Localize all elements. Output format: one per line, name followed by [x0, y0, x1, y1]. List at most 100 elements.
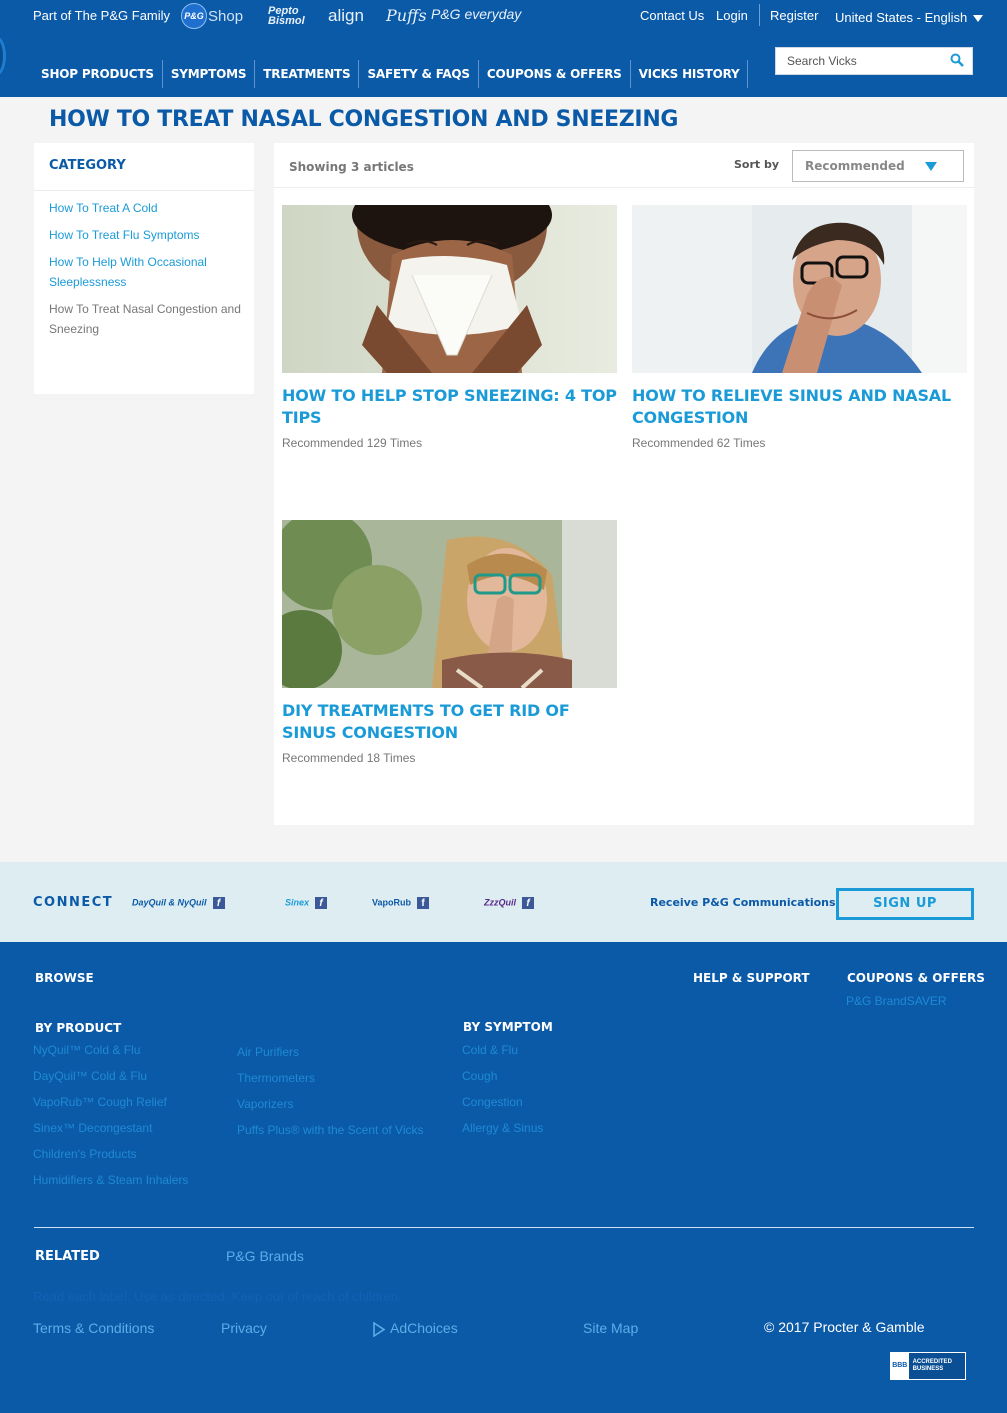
article-image-diy-woman[interactable]: [282, 520, 617, 688]
facebook-icon: f: [212, 897, 225, 909]
footer-link-dayquil[interactable]: DayQuil™ Cold & Flu: [33, 1069, 147, 1083]
bbb-accredited-badge[interactable]: BBB ACCREDITED BUSINESS: [890, 1352, 966, 1380]
site-header: Part of The P&G Family P&G Shop Pepto Bis…: [0, 0, 1007, 97]
zzzquil-facebook-link[interactable]: ZzzQuil f: [484, 897, 534, 909]
footer-link-puffs-plus[interactable]: Puffs Plus® with the Scent of Vicks: [237, 1123, 424, 1137]
article-title[interactable]: HOW TO RELIEVE SINUS AND NASAL CONGESTIO…: [632, 385, 967, 429]
nav-safety-faqs[interactable]: SAFETY & FAQS: [359, 60, 479, 88]
footer-link-sinex[interactable]: Sinex™ Decongestant: [33, 1121, 152, 1135]
site-footer: BROWSE HELP & SUPPORT COUPONS & OFFERS P…: [0, 942, 1007, 1413]
article-card[interactable]: HOW TO HELP STOP SNEEZING: 4 TOP TIPS Re…: [282, 205, 617, 450]
category-sidebar: CATEGORY How To Treat A Cold How To Trea…: [34, 143, 254, 394]
family-text: Part of The P&G Family: [33, 8, 171, 23]
dayquil-nyquil-logo: DayQuil & NyQuil: [132, 897, 207, 908]
nav-shop-products[interactable]: SHOP PRODUCTS: [33, 60, 163, 88]
footer-link-thermometers[interactable]: Thermometers: [237, 1071, 315, 1085]
article-card[interactable]: DIY TREATMENTS TO GET RID OF SINUS CONGE…: [282, 520, 617, 765]
contact-us-link[interactable]: Contact Us: [640, 8, 704, 23]
search-icon[interactable]: [950, 53, 964, 67]
sign-up-button[interactable]: SIGN UP: [836, 888, 974, 920]
search-box: [775, 47, 973, 75]
footer-link-air-purifiers[interactable]: Air Purifiers: [237, 1045, 299, 1059]
vaporub-logo: VapoRub: [372, 897, 412, 908]
footer-link-allergy-sinus[interactable]: Allergy & Sinus: [462, 1121, 543, 1135]
facebook-icon: f: [522, 897, 534, 909]
category-item-nasal-congestion[interactable]: How To Treat Nasal Congestion and Sneezi…: [49, 299, 242, 339]
article-card[interactable]: HOW TO RELIEVE SINUS AND NASAL CONGESTIO…: [632, 205, 967, 450]
nav-coupons-offers[interactable]: COUPONS & OFFERS: [479, 60, 631, 88]
recommend-count: Recommended 18 Times: [282, 751, 416, 765]
connect-label: CONNECT: [33, 895, 114, 910]
footer-link-humidifiers[interactable]: Humidifiers & Steam Inhalers: [33, 1173, 188, 1187]
adchoices-link[interactable]: AdChoices: [372, 1320, 458, 1338]
locale-label: United States - English: [835, 10, 968, 25]
help-support-link[interactable]: HELP & SUPPORT: [693, 971, 810, 985]
zzzquil-logo: ZzzQuil: [484, 897, 516, 908]
site-map-link[interactable]: Site Map: [583, 1320, 638, 1336]
brandsaver-link[interactable]: P&G BrandSAVER: [846, 994, 947, 1008]
footer-link-nyquil[interactable]: NyQuil™ Cold & Flu: [33, 1043, 140, 1057]
sinex-facebook-link[interactable]: Sinex f: [285, 897, 328, 909]
article-image-sinus-man[interactable]: [632, 205, 967, 373]
locale-selector[interactable]: United States - English: [835, 10, 984, 25]
nav-symptoms[interactable]: SYMPTOMS: [163, 60, 256, 88]
dayquil-nyquil-facebook-link[interactable]: DayQuil & NyQuil f: [132, 897, 225, 909]
register-link[interactable]: Register: [770, 8, 818, 23]
toplinks-divider: [759, 4, 760, 26]
by-product-heading: BY PRODUCT: [35, 1021, 122, 1035]
pepto-bismol-link[interactable]: Pepto Bismol: [268, 6, 305, 27]
pg-brands-link[interactable]: P&G Brands: [226, 1248, 304, 1264]
article-title[interactable]: HOW TO HELP STOP SNEEZING: 4 TOP TIPS: [282, 385, 617, 429]
articles-panel: Showing 3 articles Sort by Recommended H…: [274, 143, 974, 825]
footer-link-vaporub[interactable]: VapoRub™ Cough Relief: [33, 1095, 167, 1109]
align-link[interactable]: align: [328, 6, 364, 26]
chevron-down-icon: [925, 162, 937, 171]
bbb-badge-text: ACCREDITED BUSINESS: [912, 1359, 952, 1372]
sort-value: Recommended: [805, 159, 905, 173]
related-heading: RELATED: [35, 1249, 100, 1264]
pg-logo-icon: P&G: [181, 3, 207, 29]
category-item-flu[interactable]: How To Treat Flu Symptoms: [49, 225, 242, 245]
privacy-link[interactable]: Privacy: [221, 1320, 267, 1336]
browse-heading: BROWSE: [35, 971, 94, 985]
article-image-sneezing[interactable]: [282, 205, 617, 373]
footer-link-congestion[interactable]: Congestion: [462, 1095, 523, 1109]
category-item-sleeplessness[interactable]: How To Help With Occasional Sleeplessnes…: [49, 252, 242, 292]
pg-shop-label: Shop: [208, 7, 244, 25]
sinex-logo: Sinex: [285, 897, 310, 908]
main-nav: SHOP PRODUCTS SYMPTOMS TREATMENTS SAFETY…: [33, 60, 749, 90]
copyright-text: © 2017 Procter & Gamble: [764, 1319, 925, 1335]
pg-shop-link[interactable]: P&G Shop: [181, 3, 243, 29]
footer-divider: [34, 1227, 974, 1228]
sort-label: Sort by: [734, 158, 780, 171]
facebook-icon: f: [417, 897, 430, 909]
category-item-cold[interactable]: How To Treat A Cold: [49, 198, 242, 218]
footer-link-cold-flu[interactable]: Cold & Flu: [462, 1043, 518, 1057]
by-symptom-heading: BY SYMPTOM: [463, 1020, 553, 1034]
puffs-link[interactable]: Puffs: [386, 6, 427, 25]
login-link[interactable]: Login: [716, 8, 748, 23]
facebook-icon: f: [315, 897, 328, 909]
footer-link-cough[interactable]: Cough: [462, 1069, 497, 1083]
adchoices-icon: [373, 1321, 386, 1338]
search-input[interactable]: [776, 48, 936, 74]
vicks-logo-fragment[interactable]: [0, 36, 6, 76]
chevron-down-icon: [973, 15, 984, 23]
sort-dropdown[interactable]: Recommended: [792, 150, 964, 182]
footer-link-childrens[interactable]: Children's Products: [33, 1147, 137, 1161]
pg-everyday-link[interactable]: P&G everyday: [431, 6, 521, 22]
terms-link[interactable]: Terms & Conditions: [33, 1320, 154, 1336]
category-heading: CATEGORY: [34, 143, 254, 191]
nav-vicks-history[interactable]: VICKS HISTORY: [631, 60, 749, 88]
article-title[interactable]: DIY TREATMENTS TO GET RID OF SINUS CONGE…: [282, 700, 617, 744]
recommend-count: Recommended 62 Times: [632, 436, 766, 450]
bbb-seal-icon: BBB: [891, 1353, 909, 1379]
footer-link-vaporizers[interactable]: Vaporizers: [237, 1097, 293, 1111]
vaporub-facebook-link[interactable]: VapoRub f: [372, 897, 430, 909]
coupons-offers-link[interactable]: COUPONS & OFFERS: [847, 971, 985, 985]
article-count: Showing 3 articles: [289, 160, 414, 174]
nav-treatments[interactable]: TREATMENTS: [255, 60, 360, 88]
disclaimer-text: Read each label. Use as directed. Keep o…: [33, 1289, 402, 1304]
page-title: HOW TO TREAT NASAL CONGESTION AND SNEEZI…: [49, 107, 679, 132]
adchoices-label: AdChoices: [390, 1320, 458, 1336]
